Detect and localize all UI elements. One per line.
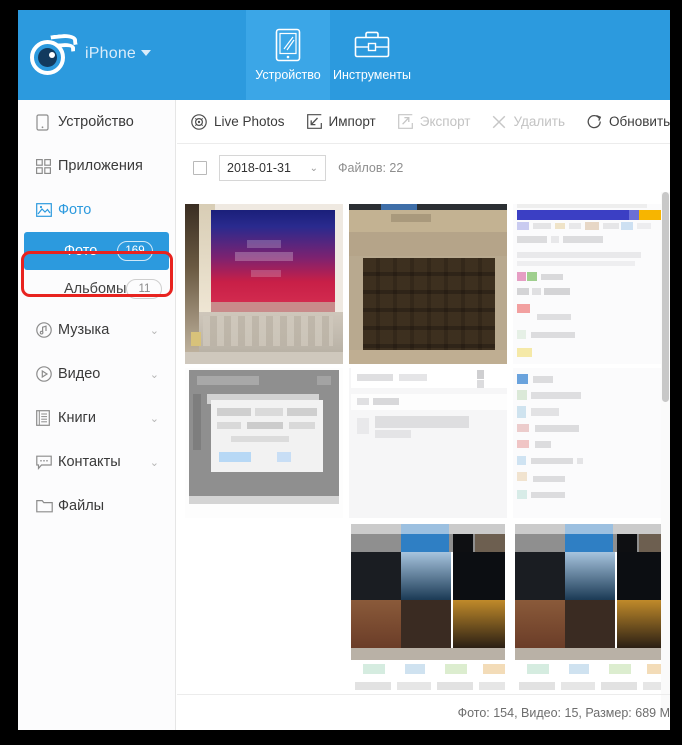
live-photos-label: Live Photos (214, 114, 285, 129)
refresh-circle-icon (587, 114, 602, 129)
device-phone-icon (275, 24, 301, 66)
chevron-down-icon[interactable]: ⌄ (150, 412, 159, 425)
sidebar-item-apps[interactable]: Приложения (18, 144, 175, 188)
sidebar-subitem-albums-label: Альбомы (64, 281, 127, 297)
photo-image-icon (36, 203, 58, 217)
chevron-down-icon: ⌄ (309, 162, 318, 174)
tab-tools-label: Инструменты (333, 68, 411, 82)
video-play-circle-icon (36, 366, 58, 382)
device-name-label: iPhone (85, 45, 152, 63)
export-arrow-icon (397, 114, 413, 129)
sidebar-item-apps-label: Приложения (58, 158, 143, 174)
live-photos-icon (191, 113, 207, 130)
photo-thumbnail[interactable] (185, 204, 343, 364)
delete-label: Удалить (513, 114, 566, 129)
sidebar-item-books[interactable]: Книги ⌄ (18, 396, 175, 440)
status-bar: Фото: 154, Видео: 15, Размер: 689 М (177, 694, 670, 730)
sidebar-item-device-label: Устройство (58, 114, 134, 130)
delete-cross-icon (492, 115, 506, 129)
grid-apps-icon (36, 158, 58, 174)
book-icon (36, 410, 58, 426)
phone-icon (36, 113, 58, 131)
photo-thumbnail[interactable] (185, 368, 343, 518)
status-summary-label: Фото: 154, Видео: 15, Размер: 689 М (457, 705, 670, 720)
sidebar-item-device[interactable]: Устройство (18, 100, 175, 144)
import-button[interactable]: Импорт (306, 114, 376, 129)
sidebar-item-contacts-label: Контакты (58, 454, 121, 470)
toolbox-briefcase-icon (354, 24, 390, 66)
header-tabs: Устройство Инструменты (246, 10, 414, 100)
import-label: Импорт (328, 114, 376, 129)
sidebar-subitem-albums-count: 11 (126, 279, 163, 299)
photo-thumbnail[interactable] (349, 368, 507, 518)
sidebar-item-photo-label: Фото (58, 202, 92, 218)
photo-grid (177, 192, 670, 710)
content-area: Live Photos Импорт Экспорт Удалить Обнов… (177, 100, 670, 730)
chevron-down-icon[interactable]: ⌄ (150, 456, 159, 469)
export-button[interactable]: Экспорт (397, 114, 471, 129)
sidebar-item-video[interactable]: Видео ⌄ (18, 352, 175, 396)
sidebar-item-contacts[interactable]: Контакты ⌄ (18, 440, 175, 484)
folder-icon (36, 499, 58, 513)
file-count-label: Файлов: 22 (338, 161, 404, 175)
live-photos-button[interactable]: Live Photos (191, 113, 285, 130)
sidebar-item-photo[interactable]: Фото (18, 188, 175, 232)
music-note-circle-icon (36, 322, 58, 338)
tab-device[interactable]: Устройство (246, 10, 330, 100)
photos-filterbar: 2018-01-31 ⌄ Файлов: 22 (177, 144, 670, 192)
sidebar-subitem-photos[interactable]: Фото 169 (24, 232, 169, 270)
app-header: iPhone Устройство Инструменты (18, 10, 670, 100)
sidebar-item-books-label: Книги (58, 410, 96, 426)
chevron-down-icon[interactable]: ⌄ (150, 324, 159, 337)
device-selector[interactable]: iPhone (28, 32, 152, 76)
refresh-label: Обновить (609, 114, 670, 129)
contacts-chat-icon (36, 455, 58, 470)
sidebar-item-music-label: Музыка (58, 322, 110, 338)
sidebar-subitem-photos-count: 169 (117, 241, 153, 261)
sidebar: Устройство Приложения Фото Фото 169 Альб… (18, 100, 176, 730)
select-all-checkbox[interactable] (193, 161, 207, 175)
vertical-scrollbar[interactable] (661, 192, 670, 710)
photo-thumbnail[interactable] (349, 204, 507, 364)
tab-tools[interactable]: Инструменты (330, 10, 414, 100)
refresh-button[interactable]: Обновить (587, 114, 670, 129)
photo-thumbnail[interactable] (513, 522, 670, 698)
sidebar-item-video-label: Видео (58, 366, 101, 382)
sidebar-item-files[interactable]: Файлы (18, 484, 175, 528)
scrollbar-thumb[interactable] (662, 192, 669, 402)
sidebar-subitem-albums[interactable]: Альбомы 11 (24, 270, 169, 308)
import-arrow-icon (306, 114, 322, 129)
date-group-value: 2018-01-31 (227, 161, 291, 175)
export-label: Экспорт (419, 114, 471, 129)
sidebar-item-files-label: Файлы (58, 498, 105, 514)
photo-thumbnail[interactable] (349, 522, 507, 698)
date-group-select[interactable]: 2018-01-31 ⌄ (219, 155, 326, 181)
itools-window: iPhone Устройство Инструменты Устройство… (18, 10, 670, 730)
delete-button[interactable]: Удалить (492, 114, 565, 129)
chevron-down-icon[interactable]: ⌄ (150, 368, 159, 381)
sidebar-item-music[interactable]: Музыка ⌄ (18, 308, 175, 352)
photo-thumbnail[interactable] (513, 368, 670, 518)
photos-toolbar: Live Photos Импорт Экспорт Удалить Обнов… (177, 100, 670, 144)
photo-thumbnail[interactable] (513, 204, 670, 364)
caret-down-icon[interactable] (141, 50, 152, 56)
sidebar-subitem-photos-label: Фото (64, 243, 98, 259)
itools-eye-logo-icon (28, 32, 78, 76)
tab-device-label: Устройство (255, 68, 321, 82)
